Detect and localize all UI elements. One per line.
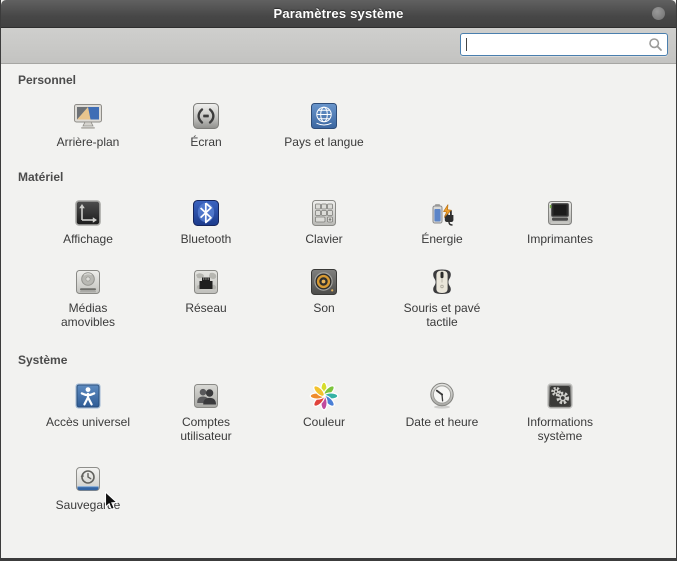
titlebar[interactable]: Paramètres système bbox=[1, 0, 676, 28]
system-info-icon bbox=[544, 380, 576, 412]
item-label: Écran bbox=[190, 135, 221, 149]
settings-item-souris-et-pave-tactile[interactable]: Souris et pavé tactile bbox=[383, 266, 501, 329]
settings-item-reseau[interactable]: Réseau bbox=[147, 266, 265, 329]
display-icon bbox=[72, 197, 104, 229]
item-label: Accès universel bbox=[46, 415, 130, 429]
bluetooth-icon bbox=[190, 197, 222, 229]
settings-item-pays-et-langue[interactable]: Pays et langue bbox=[265, 100, 383, 149]
screen-icon bbox=[190, 100, 222, 132]
item-label: Arrière-plan bbox=[57, 135, 120, 149]
settings-item-date-et-heure[interactable]: Date et heure bbox=[383, 380, 501, 443]
item-label: Souris et pavé tactile bbox=[404, 301, 481, 329]
item-label: Informations système bbox=[527, 415, 593, 443]
item-label: Médias amovibles bbox=[61, 301, 115, 329]
item-label: Réseau bbox=[185, 301, 226, 315]
section-materiel-grid: Affichage Bluetooth bbox=[29, 197, 676, 329]
item-label: Son bbox=[313, 301, 334, 315]
region-language-icon bbox=[308, 100, 340, 132]
user-accounts-icon bbox=[190, 380, 222, 412]
settings-panel: Personnel Arrière-plan bbox=[1, 73, 676, 512]
color-icon bbox=[308, 380, 340, 412]
search-input[interactable] bbox=[461, 37, 648, 52]
settings-item-informations-systeme[interactable]: Informations système bbox=[501, 380, 619, 443]
settings-item-arriere-plan[interactable]: Arrière-plan bbox=[29, 100, 147, 149]
text-caret bbox=[466, 38, 467, 51]
settings-item-imprimantes[interactable]: Imprimantes bbox=[501, 197, 619, 246]
search-icon bbox=[648, 37, 663, 52]
date-time-icon bbox=[426, 380, 458, 412]
settings-item-comptes-utilisateur[interactable]: Comptes utilisateur bbox=[147, 380, 265, 443]
printers-icon bbox=[544, 197, 576, 229]
item-label: Clavier bbox=[305, 232, 342, 246]
item-label: Affichage bbox=[63, 232, 113, 246]
settings-item-acces-universel[interactable]: Accès universel bbox=[29, 380, 147, 443]
section-title-systeme: Système bbox=[18, 353, 676, 367]
item-label: Date et heure bbox=[406, 415, 479, 429]
item-label: Bluetooth bbox=[181, 232, 232, 246]
mouse-touchpad-icon bbox=[426, 266, 458, 298]
removable-media-icon bbox=[72, 266, 104, 298]
network-icon bbox=[190, 266, 222, 298]
settings-item-son[interactable]: Son bbox=[265, 266, 383, 329]
window-title: Paramètres système bbox=[273, 6, 403, 21]
sound-icon bbox=[308, 266, 340, 298]
window-menu-button[interactable] bbox=[652, 7, 665, 20]
settings-item-couleur[interactable]: Couleur bbox=[265, 380, 383, 443]
keyboard-icon bbox=[308, 197, 340, 229]
settings-item-energie[interactable]: Énergie bbox=[383, 197, 501, 246]
item-label: Énergie bbox=[421, 232, 462, 246]
backup-icon bbox=[72, 463, 104, 495]
item-label: Couleur bbox=[303, 415, 345, 429]
section-personnel-grid: Arrière-plan Écran bbox=[29, 100, 676, 149]
section-title-materiel: Matériel bbox=[18, 170, 676, 184]
settings-item-bluetooth[interactable]: Bluetooth bbox=[147, 197, 265, 246]
search-field[interactable] bbox=[460, 33, 668, 56]
power-icon bbox=[426, 197, 458, 229]
item-label: Pays et langue bbox=[284, 135, 363, 149]
item-label: Comptes utilisateur bbox=[180, 415, 231, 443]
section-systeme-grid: Accès universel Comptes utilisateur bbox=[29, 380, 676, 512]
background-icon bbox=[72, 100, 104, 132]
section-title-personnel: Personnel bbox=[18, 73, 676, 87]
toolbar bbox=[1, 28, 676, 64]
settings-window: Paramètres système Personnel bbox=[0, 0, 677, 561]
item-label: Sauvegarde bbox=[56, 498, 121, 512]
settings-item-sauvegarde[interactable]: Sauvegarde bbox=[29, 463, 147, 512]
settings-item-clavier[interactable]: Clavier bbox=[265, 197, 383, 246]
universal-access-icon bbox=[72, 380, 104, 412]
settings-item-medias-amovibles[interactable]: Médias amovibles bbox=[29, 266, 147, 329]
item-label: Imprimantes bbox=[527, 232, 593, 246]
settings-item-affichage[interactable]: Affichage bbox=[29, 197, 147, 246]
settings-item-ecran[interactable]: Écran bbox=[147, 100, 265, 149]
